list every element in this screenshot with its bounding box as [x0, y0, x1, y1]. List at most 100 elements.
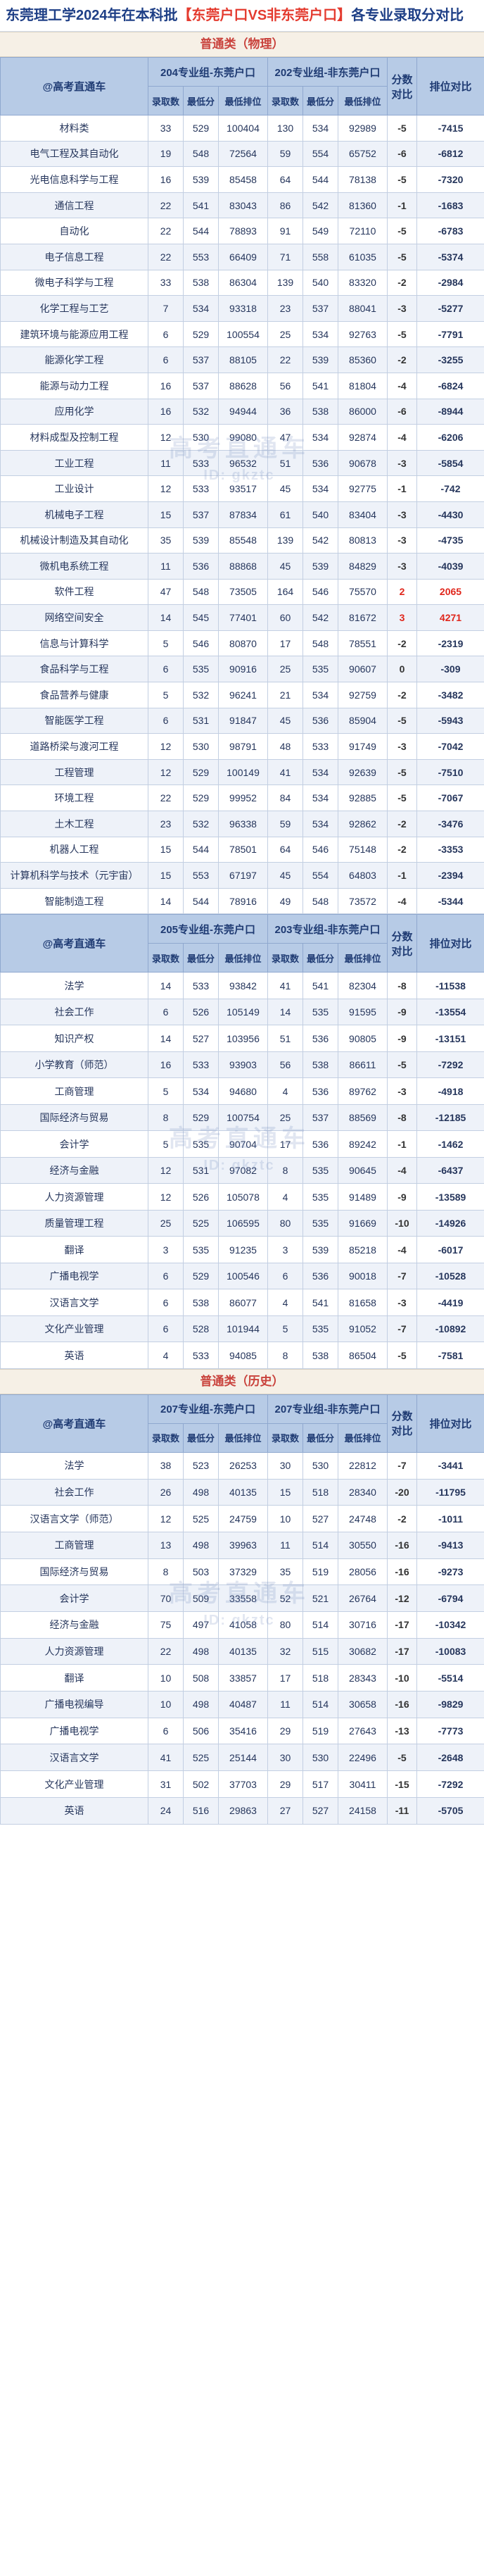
major-name: 文化产业管理	[0, 1315, 148, 1343]
group-ndg-header: 207专业组-非东莞户口	[267, 1394, 388, 1424]
dg-admit: 22	[148, 192, 184, 219]
rank-diff: -13589	[416, 1183, 484, 1211]
rank-diff: -3353	[416, 836, 484, 863]
dg-min-score: 536	[183, 553, 219, 580]
dg-min-rank: 105149	[218, 998, 268, 1026]
rank-diff: -4735	[416, 527, 484, 554]
ndg-min-score: 514	[302, 1531, 338, 1559]
dg-min-score: 534	[183, 295, 219, 322]
table-row: 国际经济与贸易 8 503 37329 35 519 28056 -16 -9273	[0, 1558, 484, 1586]
ndg-min-rank: 81804	[338, 372, 388, 399]
rank-diff: -1462	[416, 1130, 484, 1158]
score-diff: -9	[387, 998, 417, 1026]
ndg-admit: 4	[267, 1183, 303, 1211]
ndg-min-rank: 82304	[338, 972, 388, 999]
dg-min-score: 529	[183, 115, 219, 142]
dg-min-rank: 91235	[218, 1236, 268, 1263]
table-row: 知识产权 14 527 103956 51 536 90805 -9 -13151	[0, 1025, 484, 1052]
score-diff: -3	[387, 449, 417, 477]
table-row: 汉语言文学 6 538 86077 4 541 81658 -3 -4419	[0, 1289, 484, 1316]
major-name: 会计学	[0, 1584, 148, 1613]
ndg-min-rank: 81360	[338, 192, 388, 219]
dg-min-rank: 88628	[218, 372, 268, 399]
dg-min-rank: 99952	[218, 784, 268, 812]
rank-diff: -2984	[416, 269, 484, 296]
author-label: @高考直通车	[0, 914, 148, 973]
major-name: 汉语言文学	[0, 1744, 148, 1772]
major-name: 应用化学	[0, 398, 148, 425]
ndg-admit: 3	[267, 1236, 303, 1263]
page: 东莞理工学2024年在本科批【东莞户口VS非东莞户口】各专业录取分对比 普通类（…	[0, 0, 484, 2576]
major-name: 人力资源管理	[0, 1637, 148, 1665]
dg-min-score: 529	[183, 758, 219, 786]
group-ndg-header: 202专业组-非东莞户口	[267, 57, 388, 87]
dg-min-rank: 87834	[218, 501, 268, 528]
ndg-min-rank: 83320	[338, 269, 388, 296]
dg-min-rank: 85548	[218, 527, 268, 554]
major-name: 经济与金融	[0, 1611, 148, 1639]
table-row: 环境工程 22 529 99952 84 534 92885 -5 -7067	[0, 784, 484, 812]
ndg-min-rank: 90678	[338, 449, 388, 477]
score-table: @高考直通车 207专业组-东莞户口 207专业组-非东莞户口 分数对比 排位对比 录取数…	[0, 1394, 484, 1825]
score-diff: -7	[387, 1315, 417, 1343]
ndg-min-score: 538	[302, 1051, 338, 1079]
score-diff: -3	[387, 501, 417, 528]
ndg-admit: 11	[267, 1531, 303, 1559]
major-name: 知识产权	[0, 1025, 148, 1052]
score-diff: -5	[387, 707, 417, 734]
admit-header: 录取数	[148, 1423, 184, 1453]
ndg-min-rank: 91595	[338, 998, 388, 1026]
dg-min-score: 525	[183, 1209, 219, 1237]
ndg-admit: 29	[267, 1770, 303, 1798]
dg-min-score: 532	[183, 682, 219, 708]
table-row: 汉语言文学 41 525 25144 30 530 22496 -5 -2648	[0, 1744, 484, 1772]
major-name: 材料类	[0, 115, 148, 142]
dg-admit: 12	[148, 1505, 184, 1532]
rank-diff: -6783	[416, 218, 484, 244]
score-diff-header: 分数对比	[387, 914, 417, 973]
dg-min-rank: 101944	[218, 1315, 268, 1343]
dg-min-rank: 86077	[218, 1289, 268, 1316]
dg-min-rank: 39963	[218, 1531, 268, 1559]
ndg-admit: 21	[267, 682, 303, 708]
rank-diff: -13554	[416, 998, 484, 1026]
major-name: 质量管理工程	[0, 1209, 148, 1237]
ndg-admit: 10	[267, 1505, 303, 1532]
ndg-admit: 23	[267, 295, 303, 322]
section-0: 普通类（物理） @高考直通车 204专业组-东莞户口 202专业组-非东莞户口 分数对比…	[0, 32, 484, 915]
major-name: 微电子科学与工程	[0, 269, 148, 296]
ndg-min-score: 546	[302, 836, 338, 863]
table-row: 广播电视学 6 529 100546 6 536 90018 -7 -10528	[0, 1262, 484, 1290]
title-highlight: 【东莞户口VS非东莞户口】	[177, 8, 352, 23]
dg-min-rank: 99080	[218, 424, 268, 451]
ndg-min-score: 536	[302, 1262, 338, 1290]
dg-min-rank: 25144	[218, 1744, 268, 1772]
sections-container: 普通类（物理） @高考直通车 204专业组-东莞户口 202专业组-非东莞户口 分数对比…	[0, 32, 484, 1825]
ndg-min-score: 535	[302, 998, 338, 1026]
dg-min-score: 537	[183, 501, 219, 528]
table-row: 人力资源管理 12 526 105078 4 535 91489 -9 -13589	[0, 1183, 484, 1211]
dg-admit: 16	[148, 1051, 184, 1079]
dg-min-rank: 97082	[218, 1156, 268, 1184]
dg-admit: 19	[148, 140, 184, 168]
ndg-admit: 41	[267, 972, 303, 999]
score-diff: -17	[387, 1611, 417, 1639]
rank-diff: -11538	[416, 972, 484, 999]
ndg-admit: 64	[267, 836, 303, 863]
major-name: 食品营养与健康	[0, 682, 148, 708]
section-title: 普通类（历史）	[0, 1368, 484, 1394]
score-diff: 0	[387, 656, 417, 683]
major-name: 环境工程	[0, 784, 148, 812]
dg-min-score: 526	[183, 1183, 219, 1211]
rank-diff: -3476	[416, 811, 484, 837]
table-row: 文化产业管理 6 528 101944 5 535 91052 -7 -10892	[0, 1315, 484, 1343]
ndg-min-score: 539	[302, 553, 338, 580]
ndg-min-score: 536	[302, 1025, 338, 1052]
ndg-min-rank: 24158	[338, 1796, 388, 1825]
score-diff: -4	[387, 1236, 417, 1263]
score-table: @高考直通车 205专业组-东莞户口 203专业组-非东莞户口 分数对比 排位对比 录取数…	[0, 914, 484, 1369]
table-row: 建筑环境与能源应用工程 6 529 100554 25 534 92763 -5 -7791	[0, 320, 484, 348]
table-row: 汉语言文学（师范） 12 525 24759 10 527 24748 -2 -1011	[0, 1505, 484, 1532]
major-name: 光电信息科学与工程	[0, 166, 148, 193]
dg-min-score: 531	[183, 1156, 219, 1184]
